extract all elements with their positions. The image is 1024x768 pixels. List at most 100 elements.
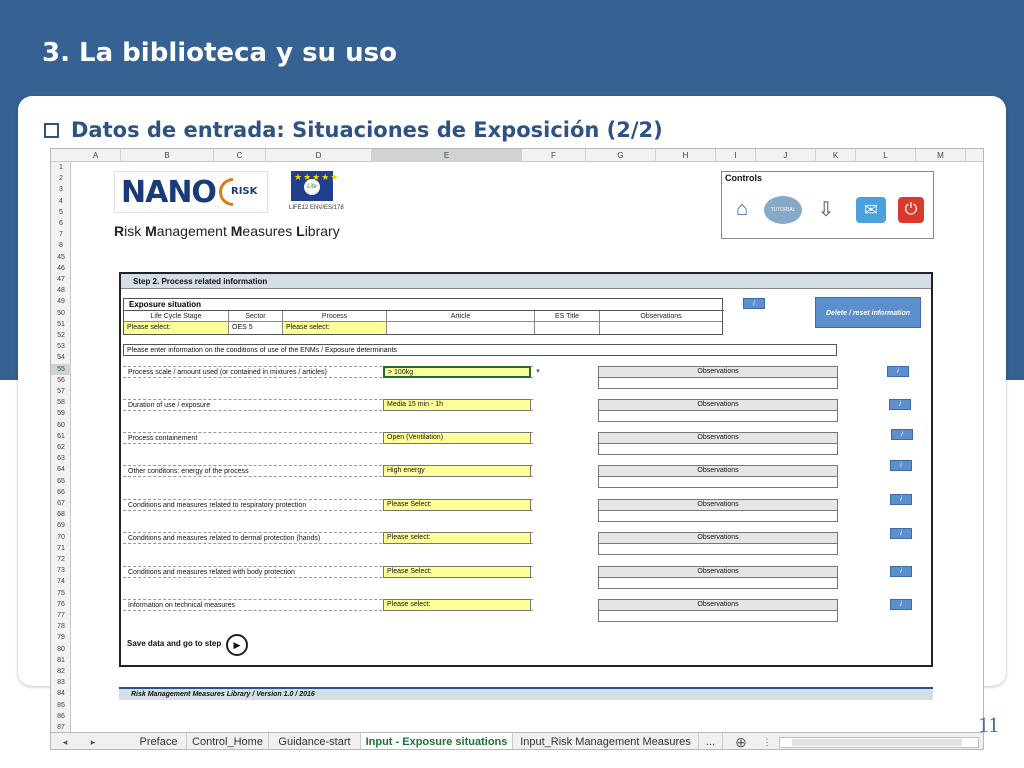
row-header[interactable]: 49 [51, 296, 71, 307]
row-header[interactable]: 67 [51, 498, 71, 509]
info-button[interactable]: i [890, 566, 912, 577]
row-header[interactable]: 51 [51, 319, 71, 330]
row-header[interactable]: 5 [51, 207, 71, 218]
row-header[interactable]: 61 [51, 431, 71, 442]
sheet-tab[interactable]: Input - Exposure situations [361, 733, 513, 749]
observations-input[interactable] [598, 444, 838, 455]
delete-reset-button[interactable]: Delete / reset information [815, 297, 921, 328]
row-header[interactable]: 62 [51, 442, 71, 453]
row-header[interactable]: 60 [51, 420, 71, 431]
row-header[interactable]: 86 [51, 711, 71, 722]
row-header[interactable]: 84 [51, 688, 71, 699]
tab-options-icon[interactable]: ⋮ [757, 733, 777, 749]
row-header[interactable]: 70 [51, 532, 71, 543]
article-field[interactable] [387, 322, 535, 334]
observations-input[interactable] [598, 477, 838, 488]
sheet-tab[interactable]: ... [699, 733, 723, 749]
row-header[interactable]: 64 [51, 464, 71, 475]
home-icon[interactable]: ⌂ [726, 194, 758, 224]
row-header[interactable]: 76 [51, 599, 71, 610]
sheet-tab[interactable]: Guidance-start [269, 733, 361, 749]
row-header[interactable]: 85 [51, 700, 71, 711]
row-header[interactable]: 75 [51, 588, 71, 599]
sheet-tab[interactable]: Control_Home [187, 733, 269, 749]
row-header[interactable]: 80 [51, 644, 71, 655]
column-header[interactable]: E [372, 149, 522, 162]
tab-next-icon[interactable]: ▸ [83, 733, 103, 749]
column-header[interactable]: D [266, 149, 372, 162]
process-select[interactable]: Please select: [283, 322, 387, 334]
column-header[interactable]: F [522, 149, 586, 162]
mail-icon[interactable]: ✉ [856, 197, 886, 223]
es-title-field[interactable] [535, 322, 600, 334]
row-header[interactable]: 66 [51, 487, 71, 498]
row-header[interactable]: 71 [51, 543, 71, 554]
observations-input[interactable] [598, 511, 838, 522]
save-icon[interactable]: ⇩ [810, 194, 842, 224]
row-header[interactable]: 58 [51, 397, 71, 408]
tab-prev-icon[interactable]: ◂ [55, 733, 75, 749]
field-value-select[interactable]: Please Select: [383, 566, 531, 578]
info-button[interactable]: i [890, 528, 912, 539]
row-header[interactable]: 50 [51, 308, 71, 319]
info-button[interactable]: i [891, 429, 913, 440]
dropdown-arrow-icon[interactable]: ▾ [533, 366, 543, 378]
sheet-tab[interactable]: Preface [131, 733, 187, 749]
observations-input[interactable] [598, 611, 838, 622]
row-header[interactable]: 6 [51, 218, 71, 229]
column-header[interactable]: L [856, 149, 916, 162]
row-header[interactable]: 69 [51, 520, 71, 531]
field-value-select[interactable]: High energy [383, 465, 531, 477]
column-header[interactable]: G [586, 149, 656, 162]
sector-value[interactable]: OES 5 [229, 322, 283, 334]
row-header[interactable]: 73 [51, 565, 71, 576]
column-header[interactable]: J [756, 149, 816, 162]
row-header[interactable]: 48 [51, 285, 71, 296]
row-header[interactable]: 81 [51, 655, 71, 666]
row-header[interactable]: 78 [51, 621, 71, 632]
field-value-select[interactable]: Please select: [383, 532, 531, 544]
row-header[interactable]: 56 [51, 375, 71, 386]
life-cycle-select[interactable]: Please select: [124, 322, 229, 334]
row-header[interactable]: 46 [51, 263, 71, 274]
observations-input[interactable] [598, 378, 838, 389]
field-value-select[interactable]: Please Select: [383, 499, 531, 511]
info-button[interactable]: i [743, 298, 765, 309]
row-header[interactable]: 82 [51, 666, 71, 677]
sheet-tab[interactable]: Input_Risk Management Measures [513, 733, 699, 749]
row-header[interactable]: 7 [51, 229, 71, 240]
observations-input[interactable] [598, 411, 838, 422]
row-header[interactable]: 8 [51, 240, 71, 251]
scrollbar-thumb[interactable] [792, 739, 962, 746]
row-header[interactable]: 54 [51, 352, 71, 363]
row-header[interactable]: 83 [51, 677, 71, 688]
info-button[interactable]: i [890, 460, 912, 471]
row-header[interactable]: 2 [51, 173, 71, 184]
row-header[interactable]: 68 [51, 509, 71, 520]
field-value-select[interactable]: > 100kg [383, 366, 531, 378]
row-header[interactable]: 55 [51, 363, 71, 375]
observations-input[interactable] [598, 578, 838, 589]
field-value-select[interactable]: Please select: [383, 599, 531, 611]
column-header[interactable]: K [816, 149, 856, 162]
play-icon[interactable]: ▶ [226, 634, 248, 656]
add-sheet-icon[interactable]: ⊕ [731, 733, 751, 749]
row-header[interactable]: 45 [51, 252, 71, 263]
row-header[interactable]: 65 [51, 476, 71, 487]
row-header[interactable]: 77 [51, 610, 71, 621]
row-header[interactable]: 3 [51, 184, 71, 195]
tutorial-icon[interactable]: TUTORIAL [764, 196, 802, 224]
info-button[interactable]: i [890, 494, 912, 505]
row-header[interactable]: 1 [51, 162, 71, 173]
observations-input[interactable] [598, 544, 838, 555]
column-header[interactable]: M [916, 149, 966, 162]
info-button[interactable]: i [890, 599, 912, 610]
info-button[interactable]: i [889, 399, 911, 410]
row-header[interactable]: 72 [51, 554, 71, 565]
column-header[interactable]: I [716, 149, 756, 162]
column-header[interactable]: H [656, 149, 716, 162]
field-value-select[interactable]: Open (Ventilation) [383, 432, 531, 444]
row-header[interactable]: 79 [51, 632, 71, 643]
row-header[interactable]: 59 [51, 408, 71, 419]
row-header[interactable]: 53 [51, 341, 71, 352]
